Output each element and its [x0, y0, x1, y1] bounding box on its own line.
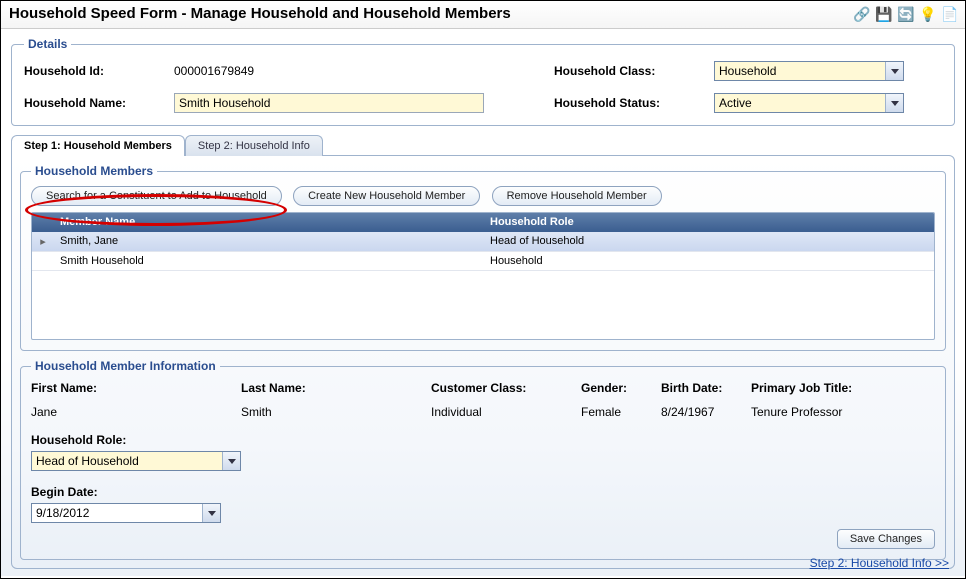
search-constituent-button[interactable]: Search for a Constituent to Add to House…: [31, 186, 282, 206]
chevron-down-icon[interactable]: [885, 94, 903, 112]
row-member-name: Smith, Jane: [54, 232, 484, 251]
details-legend: Details: [24, 37, 71, 51]
row-member-role: Household: [484, 252, 934, 270]
members-grid: Member Name Household Role ▸ Smith, Jane…: [31, 212, 935, 340]
row-expand-icon[interactable]: ▸: [32, 232, 54, 251]
household-role-value: Head of Household: [32, 452, 222, 470]
refresh-icon[interactable]: 🔄: [897, 6, 913, 22]
member-info-grid: First Name: Last Name: Customer Class: G…: [31, 381, 935, 419]
tab-step1[interactable]: Step 1: Household Members: [11, 135, 185, 156]
begin-date-value: 9/18/2012: [32, 504, 202, 522]
member-info-section: Household Member Information First Name:…: [20, 359, 946, 560]
household-id-label: Household Id:: [24, 64, 174, 78]
birth-date-value: 8/24/1967: [661, 405, 751, 419]
household-name-input[interactable]: [174, 93, 484, 113]
household-name-label: Household Name:: [24, 96, 174, 110]
row-member-name: Smith Household: [54, 252, 484, 270]
last-name-label: Last Name:: [241, 381, 431, 395]
chevron-down-icon[interactable]: [885, 62, 903, 80]
begin-date-input[interactable]: 9/18/2012: [31, 503, 221, 523]
step2-link[interactable]: Step 2: Household Info >>: [810, 556, 949, 570]
birth-date-label: Birth Date:: [661, 381, 751, 395]
household-class-label: Household Class:: [554, 64, 714, 78]
save-icon[interactable]: 💾: [875, 6, 891, 22]
titlebar: Household Speed Form - Manage Household …: [1, 1, 965, 29]
customer-class-label: Customer Class:: [431, 381, 581, 395]
members-section: Household Members Search for a Constitue…: [20, 164, 946, 351]
members-grid-header: Member Name Household Role: [32, 213, 934, 232]
first-name-label: First Name:: [31, 381, 241, 395]
members-button-row: Search for a Constituent to Add to House…: [31, 186, 935, 206]
content-area: Details Household Id: 000001679849 House…: [1, 29, 965, 576]
household-status-label: Household Status:: [554, 96, 714, 110]
gender-label: Gender:: [581, 381, 661, 395]
toolbar: 🔗 💾 🔄 💡 📄: [853, 6, 957, 22]
members-legend: Household Members: [31, 164, 157, 178]
table-row[interactable]: Smith Household Household: [32, 252, 934, 271]
export-icon[interactable]: 📄: [941, 6, 957, 22]
page-title: Household Speed Form - Manage Household …: [9, 5, 511, 22]
job-title-value: Tenure Professor: [751, 405, 911, 419]
tab-strip: Step 1: Household Members Step 2: Househ…: [11, 135, 955, 156]
help-icon[interactable]: 💡: [919, 6, 935, 22]
member-info-legend: Household Member Information: [31, 359, 220, 373]
last-name-value: Smith: [241, 405, 431, 419]
details-group: Details Household Id: 000001679849 House…: [11, 37, 955, 126]
chevron-down-icon[interactable]: [202, 504, 220, 522]
household-id-value: 000001679849: [174, 64, 494, 78]
link-icon[interactable]: 🔗: [853, 6, 869, 22]
household-role-label: Household Role:: [31, 433, 935, 447]
tab-step2[interactable]: Step 2: Household Info: [185, 135, 323, 156]
household-form-window: Household Speed Form - Manage Household …: [0, 0, 966, 579]
household-class-select[interactable]: Household: [714, 61, 904, 81]
first-name-value: Jane: [31, 405, 241, 419]
job-title-label: Primary Job Title:: [751, 381, 911, 395]
customer-class-value: Individual: [431, 405, 581, 419]
create-member-button[interactable]: Create New Household Member: [293, 186, 480, 206]
household-status-value: Active: [715, 94, 885, 112]
save-changes-button[interactable]: Save Changes: [837, 529, 935, 549]
household-status-select[interactable]: Active: [714, 93, 904, 113]
gender-value: Female: [581, 405, 661, 419]
tab-body-step1: Household Members Search for a Constitue…: [11, 155, 955, 569]
table-row[interactable]: ▸ Smith, Jane Head of Household: [32, 232, 934, 252]
col-member-name[interactable]: Member Name: [54, 213, 484, 231]
household-role-select[interactable]: Head of Household: [31, 451, 241, 471]
begin-date-label: Begin Date:: [31, 485, 935, 499]
household-class-value: Household: [715, 62, 885, 80]
chevron-down-icon[interactable]: [222, 452, 240, 470]
row-member-role: Head of Household: [484, 232, 934, 251]
col-household-role[interactable]: Household Role: [484, 213, 934, 231]
remove-member-button[interactable]: Remove Household Member: [492, 186, 662, 206]
